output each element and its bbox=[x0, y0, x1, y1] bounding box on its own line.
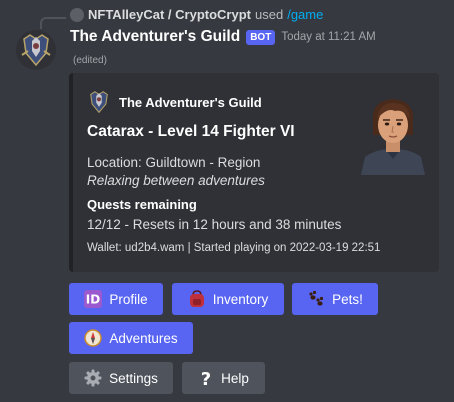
help-button-label: Help bbox=[221, 370, 249, 386]
replied-user-name[interactable]: NFTAlleyCat / CryptoCrypt bbox=[88, 7, 251, 22]
bot-avatar[interactable] bbox=[16, 30, 56, 70]
svg-text:ID: ID bbox=[86, 293, 100, 307]
adventures-button[interactable]: Adventures bbox=[69, 322, 193, 354]
status-text: Relaxing between adventures bbox=[87, 173, 265, 188]
character-portrait[interactable] bbox=[355, 95, 431, 175]
profile-embed: The Adventurer's Guild Catarax - Level 1… bbox=[69, 73, 439, 272]
character-title: Catarax - Level 14 Fighter VI bbox=[87, 123, 295, 140]
pets-button-label: Pets! bbox=[332, 291, 363, 307]
profile-button-label: Profile bbox=[109, 291, 148, 307]
quests-field-name: Quests remaining bbox=[87, 197, 197, 212]
id-card-icon: ID bbox=[84, 290, 103, 308]
question-mark-icon: ? bbox=[198, 369, 214, 387]
replied-user-avatar[interactable] bbox=[70, 7, 84, 22]
backpack-icon bbox=[188, 290, 206, 308]
profile-button[interactable]: ID Profile bbox=[69, 283, 163, 315]
bot-username[interactable]: The Adventurer's Guild bbox=[70, 28, 240, 46]
embed-author-name: The Adventurer's Guild bbox=[119, 94, 262, 110]
gear-icon bbox=[84, 369, 102, 387]
edited-label: (edited) bbox=[73, 55, 107, 66]
embed-footer: Wallet: ud2b4.wam | Started playing on 2… bbox=[87, 242, 381, 254]
settings-button[interactable]: Settings bbox=[69, 362, 173, 394]
svg-text:?: ? bbox=[201, 369, 211, 387]
inventory-button[interactable]: Inventory bbox=[172, 283, 284, 315]
guild-crest-icon bbox=[87, 90, 111, 114]
slash-command-link[interactable]: /game bbox=[287, 7, 323, 22]
pets-button[interactable]: Pets! bbox=[292, 283, 378, 315]
embed-description: Location: Guildtown - Region Relaxing be… bbox=[87, 154, 265, 190]
settings-button-label: Settings bbox=[109, 370, 158, 386]
quests-field-value: 12/12 - Resets in 12 hours and 38 minute… bbox=[87, 217, 342, 232]
guild-crest-icon bbox=[21, 34, 51, 67]
message-header: The Adventurer's Guild BOT Today at 11:2… bbox=[70, 28, 376, 46]
message-timestamp[interactable]: Today at 11:21 AM bbox=[281, 31, 375, 43]
paw-prints-icon bbox=[307, 290, 325, 308]
compass-icon bbox=[84, 329, 103, 347]
reply-connector bbox=[40, 17, 66, 29]
location-text: Location: Guildtown - Region bbox=[87, 155, 261, 170]
bot-badge: BOT bbox=[246, 29, 276, 45]
help-button[interactable]: ? Help bbox=[182, 362, 265, 394]
adventures-button-label: Adventures bbox=[109, 330, 178, 346]
embed-author: The Adventurer's Guild bbox=[87, 90, 262, 114]
inventory-button-label: Inventory bbox=[212, 291, 269, 307]
reply-action-text: used bbox=[255, 7, 284, 22]
command-reply-line: NFTAlleyCat / CryptoCrypt used /game bbox=[70, 7, 323, 22]
